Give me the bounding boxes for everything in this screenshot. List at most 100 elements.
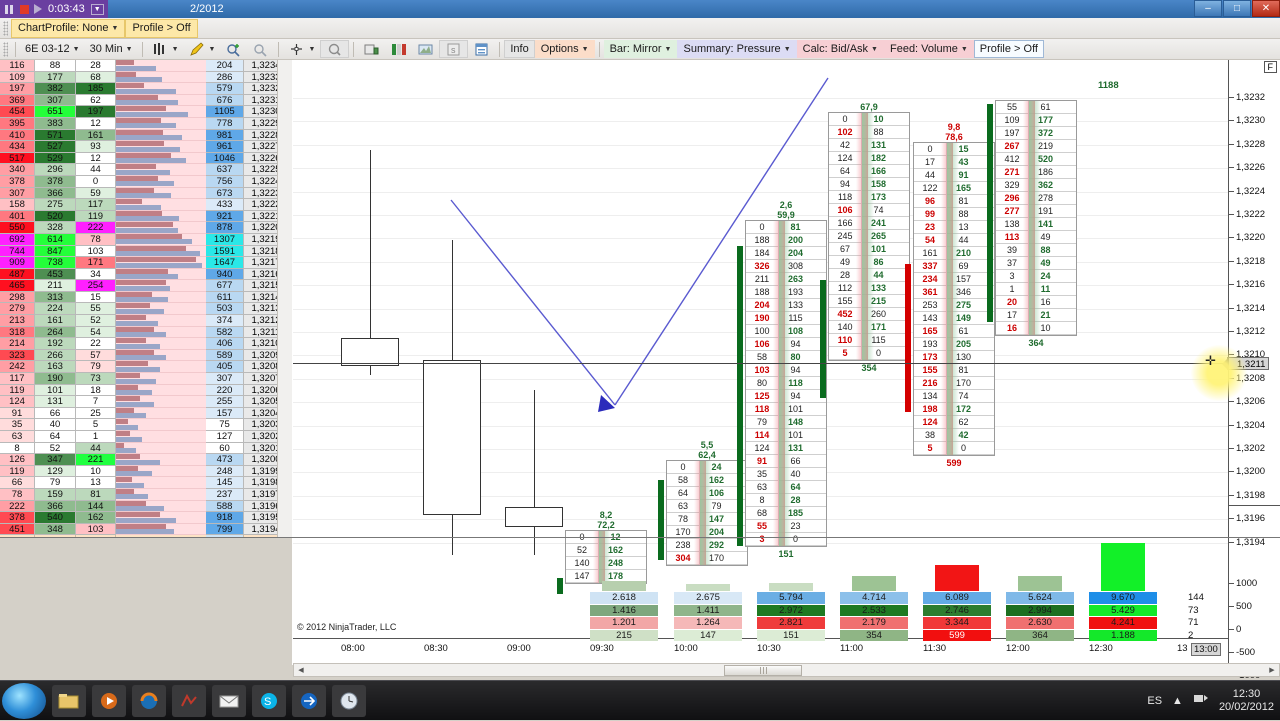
- chevron-down-icon[interactable]: ▼: [871, 46, 878, 53]
- ladder-row[interactable]: 318 264 54 582 1,3211: [0, 326, 292, 339]
- ladder-row[interactable]: 8 52 44 60 1,3201: [0, 442, 292, 455]
- magnifier-button[interactable]: [320, 40, 350, 58]
- volume-ladder-panel[interactable]: 116 88 28 204 1,3234 109 177 68 286 1,3233 197 382 1…: [0, 60, 292, 537]
- close-button[interactable]: ✕: [1252, 0, 1280, 17]
- chevron-down-icon[interactable]: ▼: [73, 46, 80, 53]
- explorer-icon[interactable]: [52, 684, 86, 717]
- toolbar-grip-handle[interactable]: [3, 20, 8, 36]
- firefox-icon[interactable]: [132, 684, 166, 717]
- cluster-1200-table[interactable]: 55 61 109 177 197 372 267 219 412 520 271 186 329 362…: [995, 100, 1077, 336]
- info-button[interactable]: Info: [504, 40, 535, 58]
- ladder-row[interactable]: 369 307 62 676 1,3231: [0, 94, 292, 107]
- ladder-row[interactable]: 116 88 28 204 1,3234: [0, 60, 292, 72]
- ladder-row[interactable]: 465 211 254 677 1,3215: [0, 280, 292, 292]
- start-orb-icon[interactable]: [2, 682, 46, 719]
- mail-icon[interactable]: [212, 684, 246, 717]
- ladder-row[interactable]: 126 347 221 473 1,3200: [0, 454, 292, 466]
- teamviewer-icon[interactable]: [292, 684, 326, 717]
- options-dropdown[interactable]: Options ▼: [534, 40, 595, 58]
- chevron-down-icon[interactable]: ▼: [209, 46, 216, 53]
- chevron-down-icon[interactable]: ▼: [665, 46, 672, 53]
- data-box-button[interactable]: [358, 40, 385, 58]
- feed-dropdown[interactable]: Feed: Volume ▼: [883, 40, 974, 58]
- ladder-row[interactable]: 214 192 22 406 1,3210: [0, 338, 292, 350]
- ladder-row[interactable]: 451 348 103 799 1,3194: [0, 523, 292, 536]
- profile-off-button[interactable]: Profile > Off: [125, 18, 198, 38]
- calc-dropdown[interactable]: Calc: Bid/Ask ▼: [796, 40, 884, 58]
- minimize-button[interactable]: –: [1194, 0, 1222, 17]
- ladder-row[interactable]: 323 266 57 589 1,3209: [0, 349, 292, 362]
- indicator-button[interactable]: [385, 40, 412, 58]
- ladder-row[interactable]: 744 847 103 1591 1,3218: [0, 245, 292, 258]
- maximize-button[interactable]: □: [1223, 0, 1251, 17]
- interval-selector[interactable]: 30 Min ▼: [85, 40, 138, 58]
- ladder-row[interactable]: 340 296 44 637 1,3225: [0, 164, 292, 176]
- axis-mode-badge[interactable]: F: [1263, 61, 1277, 73]
- skype-icon[interactable]: S: [252, 684, 286, 717]
- ladder-row[interactable]: 909 738 171 1647 1,3217: [0, 257, 292, 269]
- ladder-row[interactable]: 454 651 197 1105 1,3230: [0, 106, 292, 118]
- ladder-row[interactable]: 66 79 13 145 1,3198: [0, 477, 292, 489]
- show-hidden-icons-arrow[interactable]: ▲: [1172, 695, 1183, 707]
- cluster-1000-table[interactable]: 0 24 58 162 64 106 63 79 78 147 170 204 238 292 304 170: [666, 460, 748, 566]
- ladder-row[interactable]: 63 64 1 127 1,3202: [0, 431, 292, 443]
- ladder-row[interactable]: 117 190 73 307 1,3207: [0, 373, 292, 385]
- ladder-row[interactable]: 401 520 119 921 1,3221: [0, 210, 292, 223]
- chevron-down-icon[interactable]: ▼: [784, 46, 791, 53]
- cluster-1100[interactable]: 67,9 0 10 102 88 42 131 124 182 64 166 94 158 118 173 1…: [820, 102, 910, 398]
- footprint-chart[interactable]: 8,272,2012521621402481471785,562,4024581…: [293, 60, 1228, 665]
- cluster-1030[interactable]: 2,6 59,9 0 81 188 200 184 204 326 308 211 263 188 193…: [737, 200, 827, 559]
- bar-mode-dropdown[interactable]: Bar: Mirror ▼: [603, 40, 678, 58]
- chart-image-button[interactable]: [412, 40, 439, 58]
- chartprofile-dropdown[interactable]: ChartProfile: None ▼: [11, 18, 126, 38]
- bar-type-button[interactable]: ▼: [147, 40, 184, 58]
- stop-icon[interactable]: [20, 4, 29, 14]
- cluster-1130[interactable]: 9,8 78,6 0 15 17 43 44 91 122 165 96 81 99 88 23 13 54 44…: [905, 122, 995, 468]
- ladder-row[interactable]: 124 131 7 255 1,3205: [0, 396, 292, 408]
- cluster-1030-table[interactable]: 0 81 188 200 184 204 326 308 211 263 188 193 204 133 1…: [745, 220, 827, 547]
- ladder-row[interactable]: 410 571 161 981 1,3228: [0, 129, 292, 142]
- clock-icon[interactable]: [332, 684, 366, 717]
- snapshot-button[interactable]: s: [439, 40, 469, 58]
- network-icon[interactable]: [1193, 693, 1209, 709]
- ladder-row[interactable]: 378 540 162 918 1,3195: [0, 512, 292, 524]
- chevron-down-icon[interactable]: ▼: [126, 46, 133, 53]
- ladder-row[interactable]: 213 161 52 374 1,3212: [0, 315, 292, 327]
- zoom-in-button[interactable]: [220, 40, 247, 58]
- ladder-row[interactable]: 119 129 10 248 1,3199: [0, 465, 292, 478]
- cluster-1000[interactable]: 5,5 62,4 0 24 58 162 64 106 63 79 78 147 170 204 238 29…: [658, 440, 748, 566]
- ladder-row[interactable]: 550 328 222 878 1,3220: [0, 222, 292, 234]
- ladder-row[interactable]: 279 224 55 503 1,3213: [0, 303, 292, 316]
- chevron-down-icon[interactable]: ▼: [961, 46, 968, 53]
- ladder-row[interactable]: 222 366 144 588 1,3196: [0, 500, 292, 513]
- ladder-row[interactable]: 158 275 117 433 1,3222: [0, 199, 292, 211]
- ladder-row[interactable]: 692 614 78 1307 1,3219: [0, 233, 292, 246]
- cluster-1130-table[interactable]: 0 15 17 43 44 91 122 165 96 81 99 88 23 13 54 44 161 210 3…: [913, 142, 995, 456]
- zoom-out-button[interactable]: [247, 40, 274, 58]
- instrument-selector[interactable]: 6E 03-12 ▼: [20, 40, 85, 58]
- ladder-row[interactable]: 298 313 15 611 1,3214: [0, 291, 292, 304]
- ladder-row[interactable]: 395 383 12 778 1,3229: [0, 117, 292, 130]
- chevron-down-icon[interactable]: ▼: [90, 3, 104, 15]
- cluster-1100-table[interactable]: 0 10 102 88 42 131 124 182 64 166 94 158 118 173 106 74…: [828, 112, 910, 361]
- taskbar-clock[interactable]: 12:30 20/02/2012: [1219, 688, 1274, 714]
- ladder-row[interactable]: 91 66 25 157 1,3204: [0, 407, 292, 420]
- ladder-row[interactable]: 109 177 68 286 1,3233: [0, 71, 292, 84]
- ladder-vertical-scrollbar[interactable]: [277, 60, 292, 537]
- price-axis[interactable]: F 1,3232 1,3230 1,3228 1,3226 1,3224 1,3222 1,…: [1191, 60, 1280, 681]
- ladder-row[interactable]: 197 382 185 579 1,3232: [0, 83, 292, 95]
- ladder-rows-container[interactable]: 116 88 28 204 1,3234 109 177 68 286 1,3233 197 382 1…: [0, 60, 292, 537]
- chevron-down-icon[interactable]: ▼: [172, 46, 179, 53]
- ladder-row[interactable]: 119 101 18 220 1,3206: [0, 384, 292, 397]
- play-icon[interactable]: [34, 4, 42, 14]
- ladder-row[interactable]: 487 453 34 940 1,3216: [0, 268, 292, 281]
- cluster-1200[interactable]: 55 61 109 177 197 372 267 219 412 520 271 186 329 362…: [987, 100, 1077, 348]
- ladder-row[interactable]: 242 163 79 405 1,3208: [0, 361, 292, 374]
- ladder-row[interactable]: 378 378 0 756 1,3224: [0, 175, 292, 188]
- ladder-row[interactable]: 517 529 12 1046 1,3226: [0, 152, 292, 165]
- drawing-tools-button[interactable]: ▼: [184, 40, 221, 58]
- ladder-row[interactable]: 35 40 5 75 1,3203: [0, 419, 292, 431]
- chevron-down-icon[interactable]: ▼: [582, 46, 589, 53]
- toolbar-grip-handle-2[interactable]: [3, 41, 8, 57]
- panel-splitter[interactable]: [0, 537, 1280, 538]
